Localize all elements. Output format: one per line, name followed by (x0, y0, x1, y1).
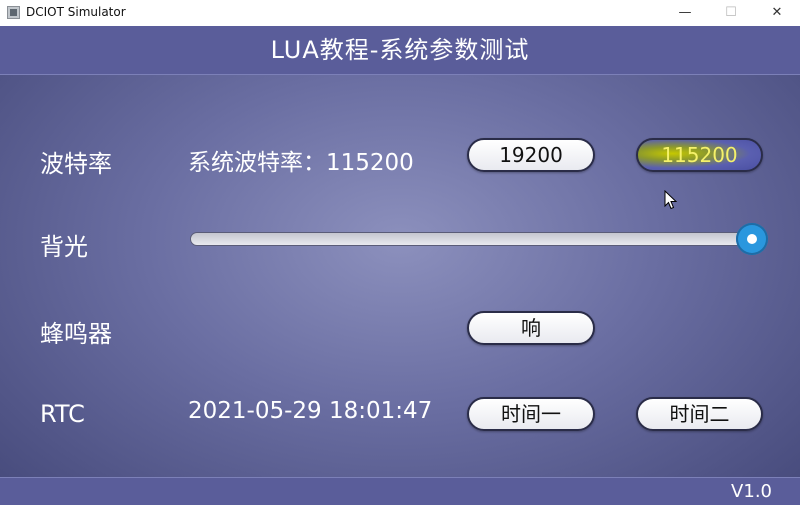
backlight-slider-track[interactable] (190, 232, 756, 246)
close-button[interactable]: ✕ (754, 0, 800, 26)
version-label: V1.0 (731, 481, 772, 502)
backlight-label: 背光 (40, 233, 88, 261)
mouse-cursor-icon (664, 190, 678, 210)
rtc-datetime: 2021-05-29 18:01:47 (188, 398, 433, 424)
backlight-slider-handle[interactable] (736, 223, 768, 255)
buzzer-sound-button[interactable]: 响 (467, 311, 595, 345)
window-titlebar: DCIOT Simulator — ☐ ✕ (0, 0, 800, 27)
baud-19200-button[interactable]: 19200 (467, 138, 595, 172)
app-icon (7, 6, 20, 19)
footer-bar: V1.0 (0, 477, 800, 505)
window-title: DCIOT Simulator (26, 5, 126, 19)
app-screen: LUA教程-系统参数测试 波特率 系统波特率：115200 19200 1152… (0, 26, 800, 505)
time-one-button[interactable]: 时间一 (467, 397, 595, 431)
baud-status: 系统波特率：115200 (188, 150, 414, 176)
time-two-button[interactable]: 时间二 (636, 397, 763, 431)
baud-label: 波特率 (40, 150, 112, 178)
buzzer-label: 蜂鸣器 (40, 320, 112, 348)
rtc-label: RTC (40, 400, 85, 428)
baud-115200-button[interactable]: 115200 (636, 138, 763, 172)
maximize-button[interactable]: ☐ (708, 0, 754, 26)
page-title: LUA教程-系统参数测试 (0, 26, 800, 75)
minimize-button[interactable]: — (662, 0, 708, 26)
